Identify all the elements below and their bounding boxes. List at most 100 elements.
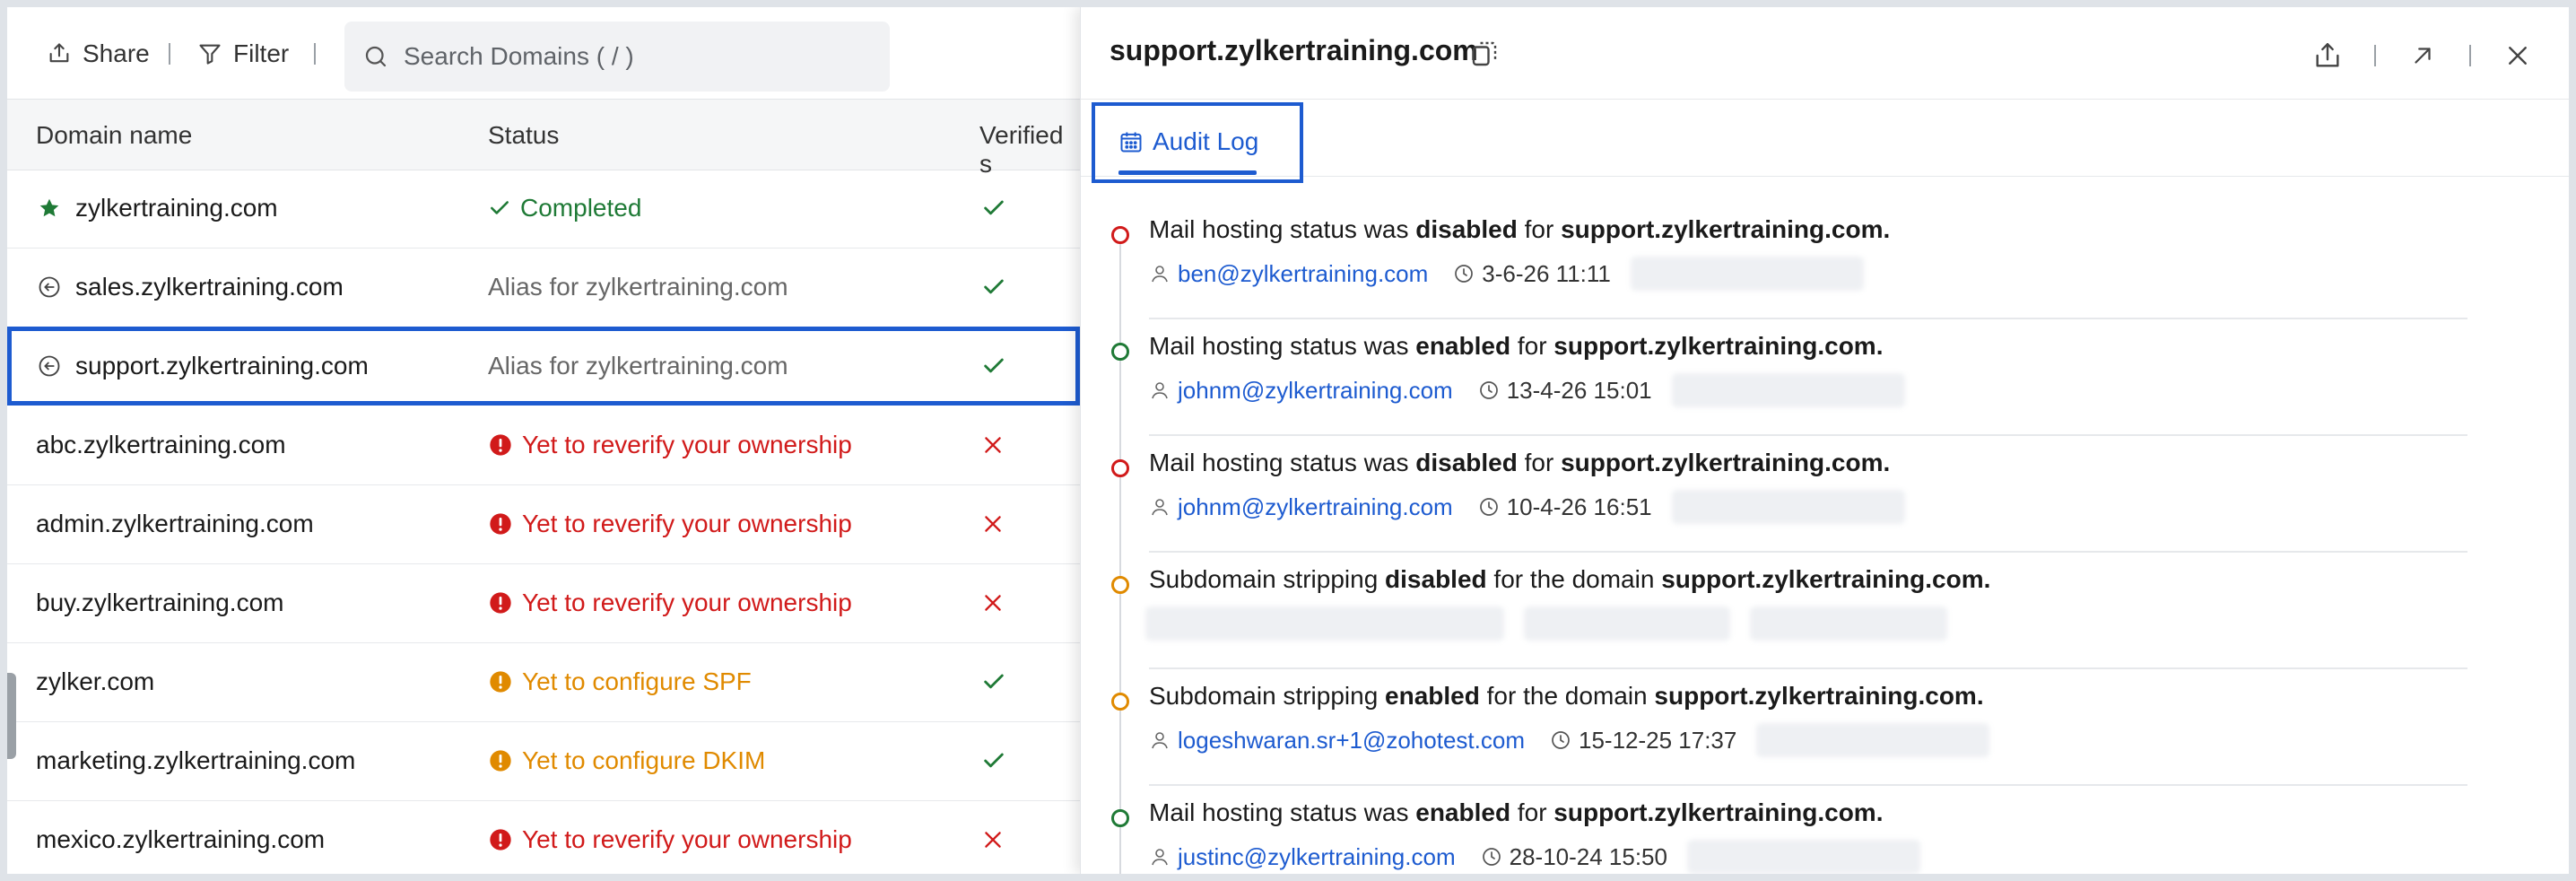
- status-text: Yet to reverify your ownership: [522, 510, 852, 537]
- audit-message-text: for: [1517, 449, 1562, 476]
- domain-row[interactable]: sales.zylkertraining.com Alias for zylker…: [7, 248, 1080, 327]
- domain-row[interactable]: abc.zylkertraining.com Yet to reverify yo…: [7, 406, 1080, 485]
- audit-message-emphasis: support.zylkertraining.com.: [1654, 682, 1984, 710]
- status-text: Yet to configure SPF: [522, 667, 752, 695]
- calendar-icon: [1120, 132, 1142, 153]
- toolbar-divider: [314, 43, 316, 65]
- search-input[interactable]: [402, 41, 854, 72]
- filter-icon: [199, 44, 221, 65]
- audit-user-link[interactable]: ben@zylkertraining.com: [1178, 260, 1428, 288]
- audit-log-entry: Mail hosting status was disabled for sup…: [1081, 203, 2569, 319]
- search-box[interactable]: [344, 22, 890, 92]
- export-icon[interactable]: [2311, 39, 2344, 72]
- domain-name: buy.zylkertraining.com: [36, 589, 284, 616]
- status-cell: Completed: [488, 169, 641, 248]
- verified-check-icon: [981, 721, 1006, 800]
- search-icon: [365, 46, 387, 67]
- redacted-info: [1630, 257, 1864, 291]
- timeline-dot: [1111, 226, 1129, 244]
- filter-label: Filter: [233, 39, 290, 67]
- domain-row[interactable]: marketing.zylkertraining.com Yet to confi…: [7, 721, 1080, 801]
- share-button[interactable]: Share: [47, 36, 150, 72]
- audit-message-emphasis: disabled: [1385, 565, 1487, 593]
- audit-message: Mail hosting status was enabled for supp…: [1149, 332, 1883, 361]
- audit-message-emphasis: support.zylkertraining.com.: [1561, 215, 1891, 243]
- clock-icon: [1481, 846, 1502, 868]
- audit-message-text: Mail hosting status was: [1149, 449, 1416, 476]
- table-header: Domain name Status Verified s: [7, 99, 1080, 178]
- redacted-info: [1145, 606, 1504, 641]
- app-window: Share Filter Domain name Status Verified…: [7, 7, 2569, 874]
- panel-tabs: Audit Log: [1081, 99, 2569, 177]
- panel-title: support.zylkertraining.com: [1110, 34, 1478, 66]
- error-icon: [488, 432, 513, 458]
- audit-message-emphasis: enabled: [1415, 332, 1511, 360]
- redacted-info: [1671, 490, 1905, 524]
- domain-name-cell: mexico.zylkertraining.com: [36, 800, 325, 874]
- audit-meta: johnm@zylkertraining.com 10-4-26 16:51: [1149, 490, 1905, 524]
- audit-user-link[interactable]: logeshwaran.sr+1@zohotest.com: [1178, 727, 1525, 755]
- domain-row[interactable]: mexico.zylkertraining.com Yet to reverify…: [7, 800, 1080, 874]
- clock-icon: [1478, 496, 1500, 518]
- audit-message-text: Mail hosting status was: [1149, 798, 1416, 826]
- tab-audit-log[interactable]: Audit Log: [1092, 102, 1303, 183]
- redacted-info: [1750, 606, 1947, 641]
- domain-row[interactable]: support.zylkertraining.com Alias for zylk…: [7, 327, 1080, 406]
- domain-name: admin.zylkertraining.com: [36, 510, 314, 537]
- filter-button[interactable]: Filter: [197, 36, 289, 72]
- not-verified-cross-icon: [981, 406, 1005, 484]
- close-icon[interactable]: [2502, 39, 2534, 72]
- audit-user-link[interactable]: johnm@zylkertraining.com: [1178, 493, 1453, 521]
- audit-user-link[interactable]: johnm@zylkertraining.com: [1178, 377, 1453, 405]
- status-text: Alias for zylkertraining.com: [488, 352, 788, 379]
- sidebar-collapse-handle[interactable]: [7, 673, 16, 759]
- audit-message: Subdomain stripping enabled for the doma…: [1149, 682, 1984, 711]
- share-label: Share: [83, 39, 150, 67]
- status-cell: Yet to configure SPF: [488, 642, 752, 721]
- domain-row[interactable]: zylker.com Yet to configure SPF: [7, 642, 1080, 722]
- error-icon: [488, 511, 513, 536]
- status-cell: Yet to reverify your ownership: [488, 406, 852, 484]
- audit-message-text: for: [1510, 798, 1554, 826]
- domain-row[interactable]: zylkertraining.com Completed: [7, 169, 1080, 249]
- user-icon: [1149, 729, 1171, 751]
- domain-row[interactable]: admin.zylkertraining.com Yet to reverify …: [7, 484, 1080, 564]
- domain-name-cell: zylker.com: [36, 642, 154, 721]
- status-text: Yet to reverify your ownership: [522, 589, 852, 616]
- audit-user-link[interactable]: justinc@zylkertraining.com: [1178, 843, 1456, 871]
- column-header-status[interactable]: Status: [488, 121, 559, 150]
- audit-message-text: for the domain: [1486, 565, 1662, 593]
- domain-name-cell: marketing.zylkertraining.com: [36, 721, 355, 800]
- audit-message: Subdomain stripping disabled for the dom…: [1149, 565, 1990, 594]
- column-header-domain-name[interactable]: Domain name: [36, 121, 192, 150]
- redacted-info: [1524, 606, 1730, 641]
- audit-message: Mail hosting status was disabled for sup…: [1149, 449, 1890, 477]
- audit-timestamp: 13-4-26 15:01: [1506, 376, 1652, 404]
- audit-message-emphasis: support.zylkertraining.com.: [1561, 449, 1891, 476]
- audit-timestamp: 28-10-24 15:50: [1509, 842, 1667, 870]
- active-tab-indicator: [1118, 170, 1257, 175]
- audit-message-emphasis: support.zylkertraining.com.: [1661, 565, 1991, 593]
- open-external-icon[interactable]: [2406, 39, 2439, 72]
- audit-timestamp: 15-12-25 17:37: [1578, 726, 1737, 754]
- timeline-dot: [1111, 576, 1129, 594]
- clock-icon: [1550, 729, 1571, 751]
- audit-message-text: for: [1510, 332, 1554, 360]
- share-icon: [49, 43, 69, 63]
- check-icon: [488, 196, 511, 220]
- domain-row[interactable]: buy.zylkertraining.com Yet to reverify yo…: [7, 563, 1080, 643]
- status-cell: Yet to reverify your ownership: [488, 800, 852, 874]
- status-cell: Alias for zylkertraining.com: [488, 327, 788, 406]
- domain-name-cell: support.zylkertraining.com: [36, 327, 369, 406]
- domain-name: support.zylkertraining.com: [75, 352, 369, 379]
- verified-check-icon: [981, 327, 1006, 406]
- not-verified-cross-icon: [981, 800, 1005, 874]
- warning-icon: [488, 748, 513, 773]
- warning-icon: [488, 669, 513, 694]
- clock-icon: [1453, 263, 1475, 284]
- audit-message-text: Mail hosting status was: [1149, 215, 1416, 243]
- audit-timestamp: 3-6-26 11:11: [1482, 259, 1611, 287]
- audit-message-text: Subdomain stripping: [1149, 682, 1386, 710]
- user-icon: [1149, 263, 1171, 284]
- copy-icon[interactable]: [1468, 38, 1501, 74]
